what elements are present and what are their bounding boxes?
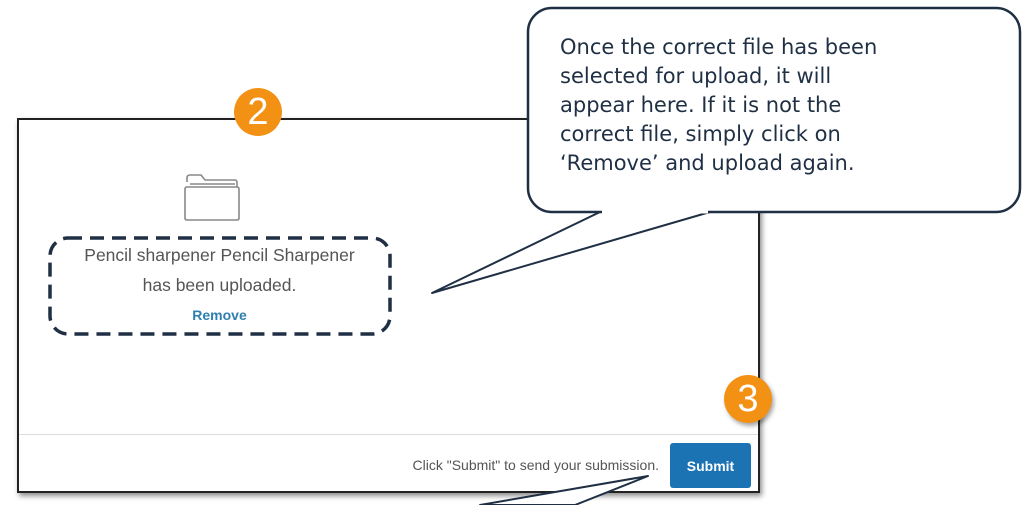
callout-line: selected for upload, it will [560,64,832,88]
step-2-badge: 2 [234,88,282,136]
callout-line: correct file, simply click on [560,122,841,146]
callout-line: appear here. If it is not the [560,93,842,117]
step-3-badge: 3 [724,375,772,423]
callout-line: Once the correct file has been [560,35,878,59]
callout-text: Once the correct file has been selected … [560,33,1000,178]
callout-line: ‘Remove’ and upload again. [560,151,855,175]
